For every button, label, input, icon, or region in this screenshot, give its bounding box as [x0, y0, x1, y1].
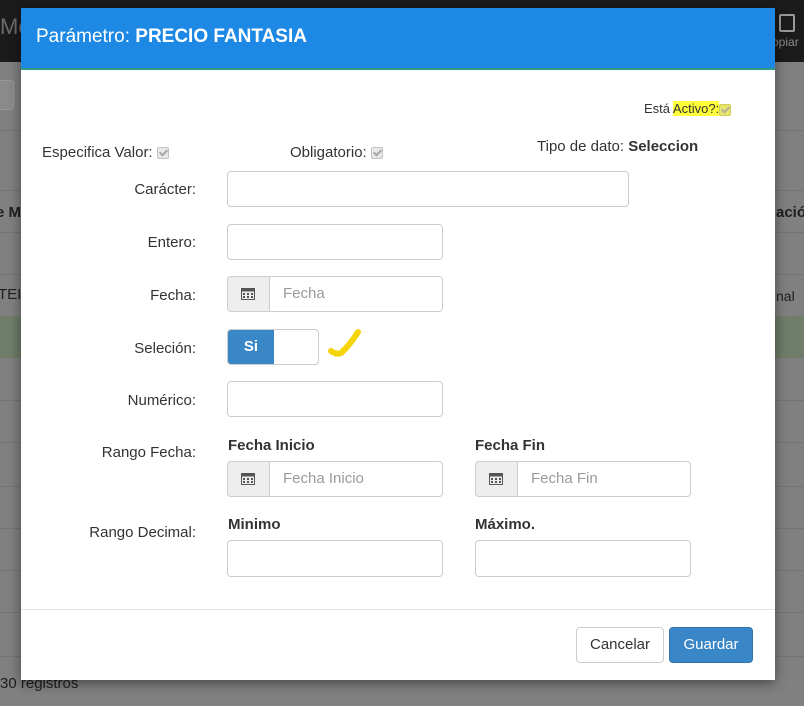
parameter-modal: Parámetro: PRECIO FANTASIA Está Activo?:…: [21, 8, 775, 680]
especifica-valor-label: Especifica Valor:: [42, 144, 153, 161]
cancel-button[interactable]: Cancelar: [576, 627, 664, 663]
rango-fecha-label: Rango Fecha:: [101, 444, 196, 461]
obligatorio-field: Obligatorio:: [290, 144, 383, 161]
calendar-icon: [489, 473, 503, 485]
active-checkbox[interactable]: [719, 103, 732, 116]
active-field: Está Activo?:: [644, 101, 732, 116]
toggle-on-option[interactable]: Si: [228, 330, 274, 364]
tipo-dato-label: Tipo de dato:: [537, 138, 625, 155]
table-header-right: ació: [776, 204, 804, 221]
fecha-inicio-placeholder: Fecha Inicio: [283, 470, 364, 487]
fecha-inicio-title: Fecha Inicio: [228, 437, 315, 454]
obligatorio-label: Obligatorio:: [290, 144, 367, 161]
modal-footer-divider: [21, 609, 775, 610]
fecha-fin-input[interactable]: Fecha Fin: [475, 461, 691, 497]
calendar-icon: [241, 288, 255, 300]
calendar-addon[interactable]: [228, 277, 270, 311]
background-button: [0, 80, 14, 110]
modal-title-prefix: Parámetro:: [36, 26, 130, 47]
calendar-addon[interactable]: [476, 462, 518, 496]
caracter-label: Carácter:: [134, 181, 196, 198]
maximo-title: Máximo.: [475, 516, 536, 533]
tipo-dato-field: Tipo de dato: Seleccion: [537, 138, 698, 155]
tipo-dato-value: Seleccion: [628, 138, 699, 155]
table-cell-left: TEI: [0, 286, 22, 303]
caracter-input[interactable]: [227, 171, 629, 207]
especifica-valor-field: Especifica Valor:: [42, 144, 169, 161]
table-cell-right: nal: [776, 288, 795, 304]
table-header-left: e M: [0, 204, 22, 221]
fecha-fin-placeholder: Fecha Fin: [531, 470, 598, 487]
parameter-name: PRECIO FANTASIA: [135, 26, 307, 47]
entero-label: Entero:: [147, 234, 196, 251]
seleccion-toggle[interactable]: Si: [227, 329, 319, 365]
numerico-input[interactable]: [227, 381, 443, 417]
numerico-label: Numérico:: [127, 392, 196, 409]
fecha-input[interactable]: Fecha: [227, 276, 443, 312]
calendar-addon[interactable]: [228, 462, 270, 496]
rango-decimal-label: Rango Decimal:: [89, 524, 196, 541]
fecha-fin-title: Fecha Fin: [475, 437, 546, 454]
calendar-icon: [241, 473, 255, 485]
checkmark-annotation-icon: [328, 329, 361, 357]
seleccion-label: Seleción:: [134, 340, 196, 357]
copy-label: opiar: [772, 35, 799, 49]
active-label: Activo?:: [672, 101, 720, 116]
fecha-placeholder: Fecha: [283, 285, 325, 302]
obligatorio-checkbox[interactable]: [370, 147, 383, 160]
save-button[interactable]: Guardar: [669, 627, 753, 663]
minimo-input[interactable]: [227, 540, 443, 577]
fecha-inicio-input[interactable]: Fecha Inicio: [227, 461, 443, 497]
especifica-valor-checkbox[interactable]: [156, 147, 169, 160]
maximo-input[interactable]: [475, 540, 691, 577]
modal-header: Parámetro: PRECIO FANTASIA: [21, 8, 775, 70]
minimo-title: Minimo: [228, 516, 281, 533]
fecha-label: Fecha:: [150, 287, 196, 304]
modal-title: Parámetro: PRECIO FANTASIA: [36, 26, 307, 48]
copy-icon: [779, 14, 795, 32]
entero-input[interactable]: [227, 224, 443, 260]
active-label-prefix: Está: [644, 101, 671, 116]
